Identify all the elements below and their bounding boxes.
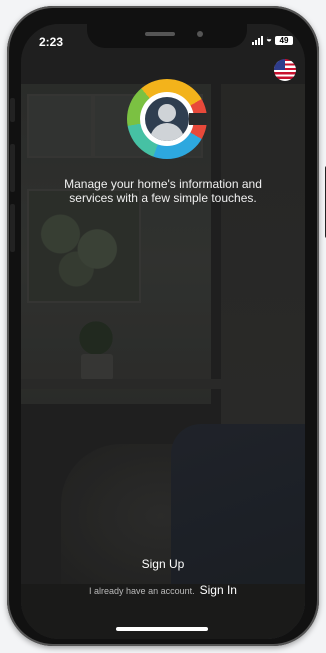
flag-canton	[274, 59, 285, 70]
app-logo	[127, 79, 207, 159]
sign-in-row: I already have an account. Sign In	[21, 583, 305, 597]
avatar-head	[158, 104, 176, 122]
speaker	[145, 32, 175, 36]
wifi-icon: ◒	[265, 34, 272, 45]
tagline: Manage your home's information and servi…	[64, 177, 262, 205]
signal-icon	[251, 35, 263, 45]
account-prompt: I already have an account.	[89, 586, 195, 596]
sign-up-button[interactable]: Sign Up	[113, 557, 213, 571]
front-camera	[197, 31, 203, 37]
status-time: 2:23	[39, 35, 64, 49]
status-indicators: ◒ 49	[251, 34, 293, 45]
notch	[87, 24, 247, 48]
logo-gap	[189, 113, 207, 125]
us-flag-icon[interactable]	[274, 59, 296, 81]
sign-in-button[interactable]: Sign In	[200, 583, 237, 597]
avatar-body	[150, 123, 184, 141]
screen: 2:23 ◒ 49 Manage your home's information…	[21, 24, 305, 639]
volume-down-button	[10, 204, 15, 252]
volume-up-button	[10, 144, 15, 192]
battery-icon: 49	[275, 35, 293, 45]
logo-avatar	[145, 97, 189, 141]
home-indicator[interactable]	[116, 627, 208, 631]
mute-switch	[10, 98, 15, 122]
